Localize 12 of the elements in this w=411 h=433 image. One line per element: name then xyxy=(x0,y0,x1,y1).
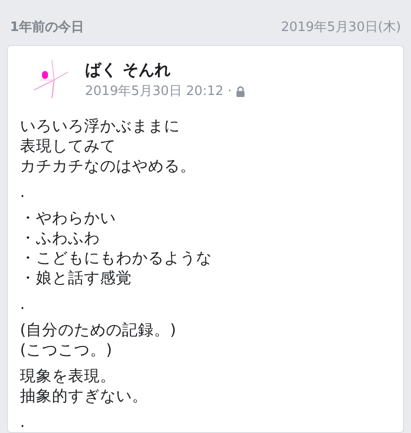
post-text: . xyxy=(20,294,26,314)
post-timestamp: 2019年5月30日 20:12 · xyxy=(85,83,232,100)
post-text: ・やわらかい ・ふわふわ ・こどもにもわかるような ・娘と話す感覚 xyxy=(20,208,213,288)
post-text: . xyxy=(20,412,26,432)
memory-date: 2019年5月30日(木) xyxy=(280,19,401,36)
lock-icon xyxy=(236,86,245,96)
post-text: いろいろ浮かぶままに 表現してみて カチカチなのはやめる。 xyxy=(20,116,197,176)
author-name[interactable]: ばく そんれ xyxy=(85,60,245,81)
post-text: . xyxy=(20,182,26,202)
section-title: 1年前の今日 xyxy=(10,19,84,36)
post-text: 現象を表現。 抽象的すぎない。 xyxy=(20,366,149,406)
post-text: (自分のための記録。) (こつこつ。) xyxy=(20,320,178,360)
